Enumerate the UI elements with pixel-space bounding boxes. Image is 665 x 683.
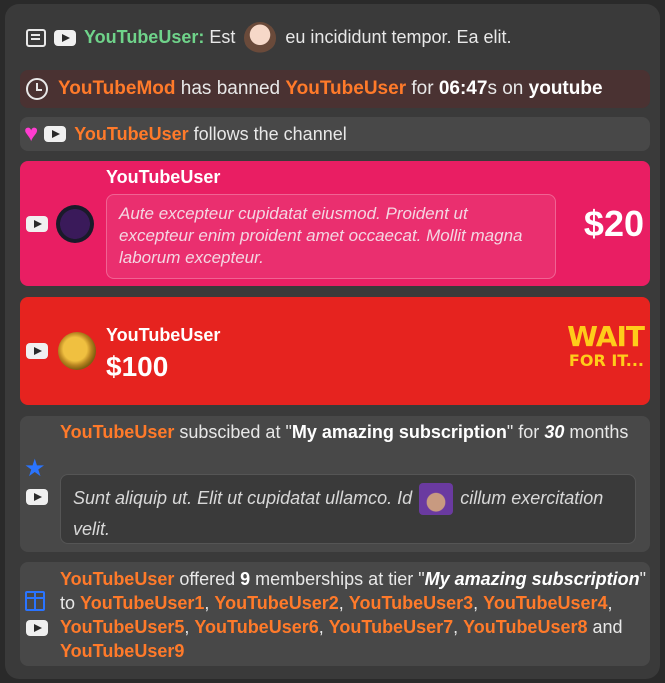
ban-platform: youtube <box>528 78 603 99</box>
ban-unit: s on <box>487 78 524 99</box>
supersticker-amount: $100 <box>106 351 169 382</box>
superchat-amount: $20 <box>583 203 644 244</box>
gift-tier: My amazing subscription <box>424 569 640 589</box>
avatar[interactable] <box>56 205 94 243</box>
sub-tier: My amazing subscription <box>291 422 507 442</box>
emote-icon <box>419 483 454 515</box>
gift-recipient[interactable]: YouTubeUser5 <box>60 617 184 637</box>
superchat-username[interactable]: YouTubeUser <box>106 167 220 188</box>
gift-recipient[interactable]: YouTubeUser7 <box>329 617 453 637</box>
sub-text1: subscibed at " <box>179 422 292 442</box>
sub-text2: " for <box>506 422 540 442</box>
follow-username[interactable]: YouTubeUser <box>74 124 188 144</box>
follow-event: ♥ YouTubeUser follows the channel <box>20 117 650 151</box>
chat-text: YouTubeUser: Est eu incididunt tempor. E… <box>84 22 512 54</box>
youtube-icon <box>26 216 48 232</box>
follow-label: follows the channel <box>193 123 347 144</box>
youtube-icon <box>26 343 48 359</box>
clock-icon <box>26 78 48 100</box>
gift-text: YouTubeUser offered 9 memberships at tie… <box>60 569 647 661</box>
chat-text-after: eu incididunt tempor. Ea elit. <box>285 26 512 47</box>
gift-username[interactable]: YouTubeUser <box>60 569 174 589</box>
subscription-event: ★ YouTubeUser subscibed at "My amazing s… <box>20 416 650 552</box>
sticker-image: WAIT FOR IT... <box>548 320 645 371</box>
heart-icon: ♥ <box>24 120 39 147</box>
gift-recipient[interactable]: YouTubeUser4 <box>483 593 607 613</box>
ban-action: has banned <box>180 78 281 99</box>
youtube-icon <box>26 489 48 505</box>
gift-recipient[interactable]: YouTubeUser2 <box>214 593 338 613</box>
gift-recipient[interactable]: YouTubeUser9 <box>60 641 184 661</box>
superchat-event: YouTubeUser Aute excepteur cupidatat eiu… <box>20 161 650 286</box>
gift-text1: offered <box>179 569 236 589</box>
gift-and: and <box>592 617 623 637</box>
sub-message-before: Sunt aliquip ut. Elit ut cupidatat ullam… <box>73 487 413 508</box>
chat-username[interactable]: YouTubeUser: <box>84 27 204 47</box>
event-list: YouTubeUser: Est eu incididunt tempor. E… <box>5 4 660 679</box>
superchat-message: Aute excepteur cupidatat eiusmod. Proide… <box>106 194 556 279</box>
supersticker-username[interactable]: YouTubeUser <box>106 325 220 346</box>
sub-months-count: 30 <box>544 422 565 442</box>
supersticker-event: YouTubeUser $100 WAIT FOR IT... <box>20 297 650 405</box>
gift-icon <box>25 591 45 611</box>
gift-event: YouTubeUser offered 9 memberships at tie… <box>20 562 650 666</box>
gift-recipient[interactable]: YouTubeUser1 <box>80 593 204 613</box>
youtube-icon <box>54 30 76 46</box>
sub-message: Sunt aliquip ut. Elit ut cupidatat ullam… <box>60 474 636 544</box>
subscription-text: YouTubeUser subscibed at "My amazing sub… <box>60 421 640 444</box>
ban-moderator[interactable]: YouTubeMod <box>58 78 176 99</box>
youtube-icon <box>44 126 67 142</box>
gift-recipient[interactable]: YouTubeUser6 <box>194 617 318 637</box>
sub-months-label: months <box>569 422 629 442</box>
chat-message: YouTubeUser: Est eu incididunt tempor. E… <box>20 18 650 58</box>
ban-duration: 06:47 <box>438 78 488 99</box>
star-icon: ★ <box>24 455 46 482</box>
ban-target[interactable]: YouTubeUser <box>285 78 406 99</box>
gift-count: 9 <box>240 569 251 589</box>
ban-text: YouTubeMod has banned YouTubeUser for 06… <box>58 78 603 100</box>
gift-text2: memberships at tier " <box>255 569 425 589</box>
sticker-line2: FOR IT... <box>568 351 644 370</box>
chat-icon <box>26 29 46 47</box>
chat-text-before: Est <box>209 26 236 47</box>
gift-recipient[interactable]: YouTubeUser8 <box>463 617 587 637</box>
follow-text: YouTubeUser follows the channel <box>74 124 346 145</box>
youtube-icon <box>26 620 48 636</box>
sub-username[interactable]: YouTubeUser <box>60 422 174 442</box>
gift-recipient[interactable]: YouTubeUser3 <box>349 593 473 613</box>
ban-event: YouTubeMod has banned YouTubeUser for 06… <box>20 70 650 108</box>
emote-icon <box>244 22 277 54</box>
avatar[interactable] <box>58 332 96 370</box>
sticker-line1: WAIT <box>567 320 645 353</box>
ban-for: for <box>411 78 434 99</box>
